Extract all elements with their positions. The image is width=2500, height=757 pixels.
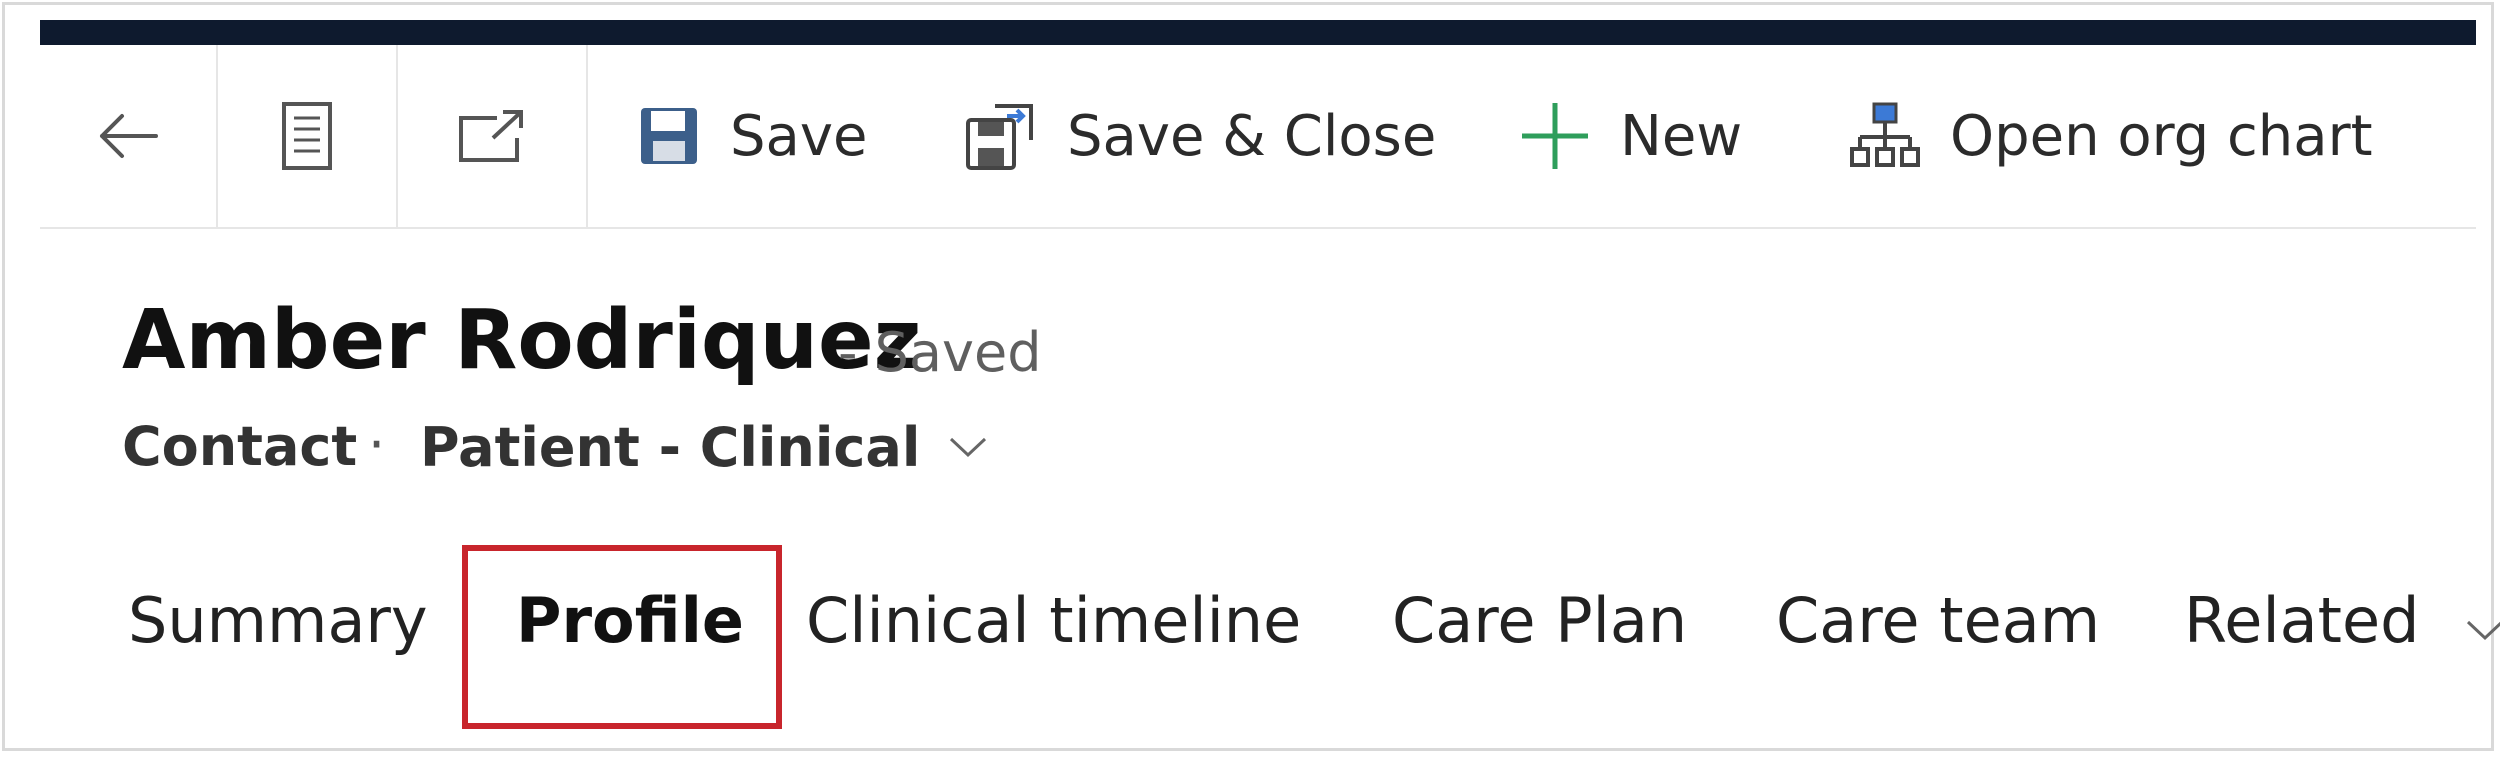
tab-related-label: Related: [2184, 584, 2420, 657]
open-in-new-window-icon: [459, 110, 523, 162]
list-document-icon: [282, 102, 332, 170]
back-button[interactable]: [40, 45, 218, 227]
save-and-close-button[interactable]: Save & Close: [965, 45, 1436, 227]
profile-tab-highlight: [462, 545, 782, 729]
entity-name: Contact: [122, 415, 358, 478]
org-chart-icon: [1850, 102, 1920, 167]
record-set-button[interactable]: [218, 45, 398, 227]
top-navigation-bar: [40, 20, 2476, 45]
tab-related[interactable]: Related: [2184, 590, 2500, 652]
open-org-chart-label: Open org chart: [1950, 103, 2373, 169]
save-icon: [641, 108, 697, 164]
tab-clinical-timeline[interactable]: Clinical timeline: [806, 590, 1301, 652]
separator-dot: ·: [368, 413, 386, 476]
save-label: Save: [730, 103, 868, 169]
tab-care-plan[interactable]: Care Plan: [1392, 590, 1687, 652]
save-button[interactable]: Save: [638, 45, 867, 227]
open-org-chart-button[interactable]: Open org chart: [1850, 45, 2373, 227]
tab-care-team[interactable]: Care team: [1776, 590, 2100, 652]
new-label: New: [1620, 103, 1743, 169]
record-title: Amber Rodriquez: [122, 293, 922, 388]
form-name: Patient - Clinical: [420, 415, 921, 479]
chevron-down-icon: [2467, 620, 2500, 641]
open-in-new-window-button[interactable]: [398, 45, 588, 227]
arrow-left-icon: [100, 114, 158, 158]
save-status: - Saved: [838, 321, 1042, 384]
command-bar: Save Save & Close New Open org chart: [40, 45, 2476, 229]
new-button[interactable]: New: [1520, 45, 1742, 227]
plus-icon: [1522, 103, 1588, 169]
save-and-close-icon: [966, 104, 1033, 170]
form-selector[interactable]: Patient - Clinical: [420, 410, 988, 484]
chevron-down-icon: [950, 437, 987, 458]
save-and-close-label: Save & Close: [1067, 103, 1437, 169]
tab-summary[interactable]: Summary: [128, 590, 428, 652]
